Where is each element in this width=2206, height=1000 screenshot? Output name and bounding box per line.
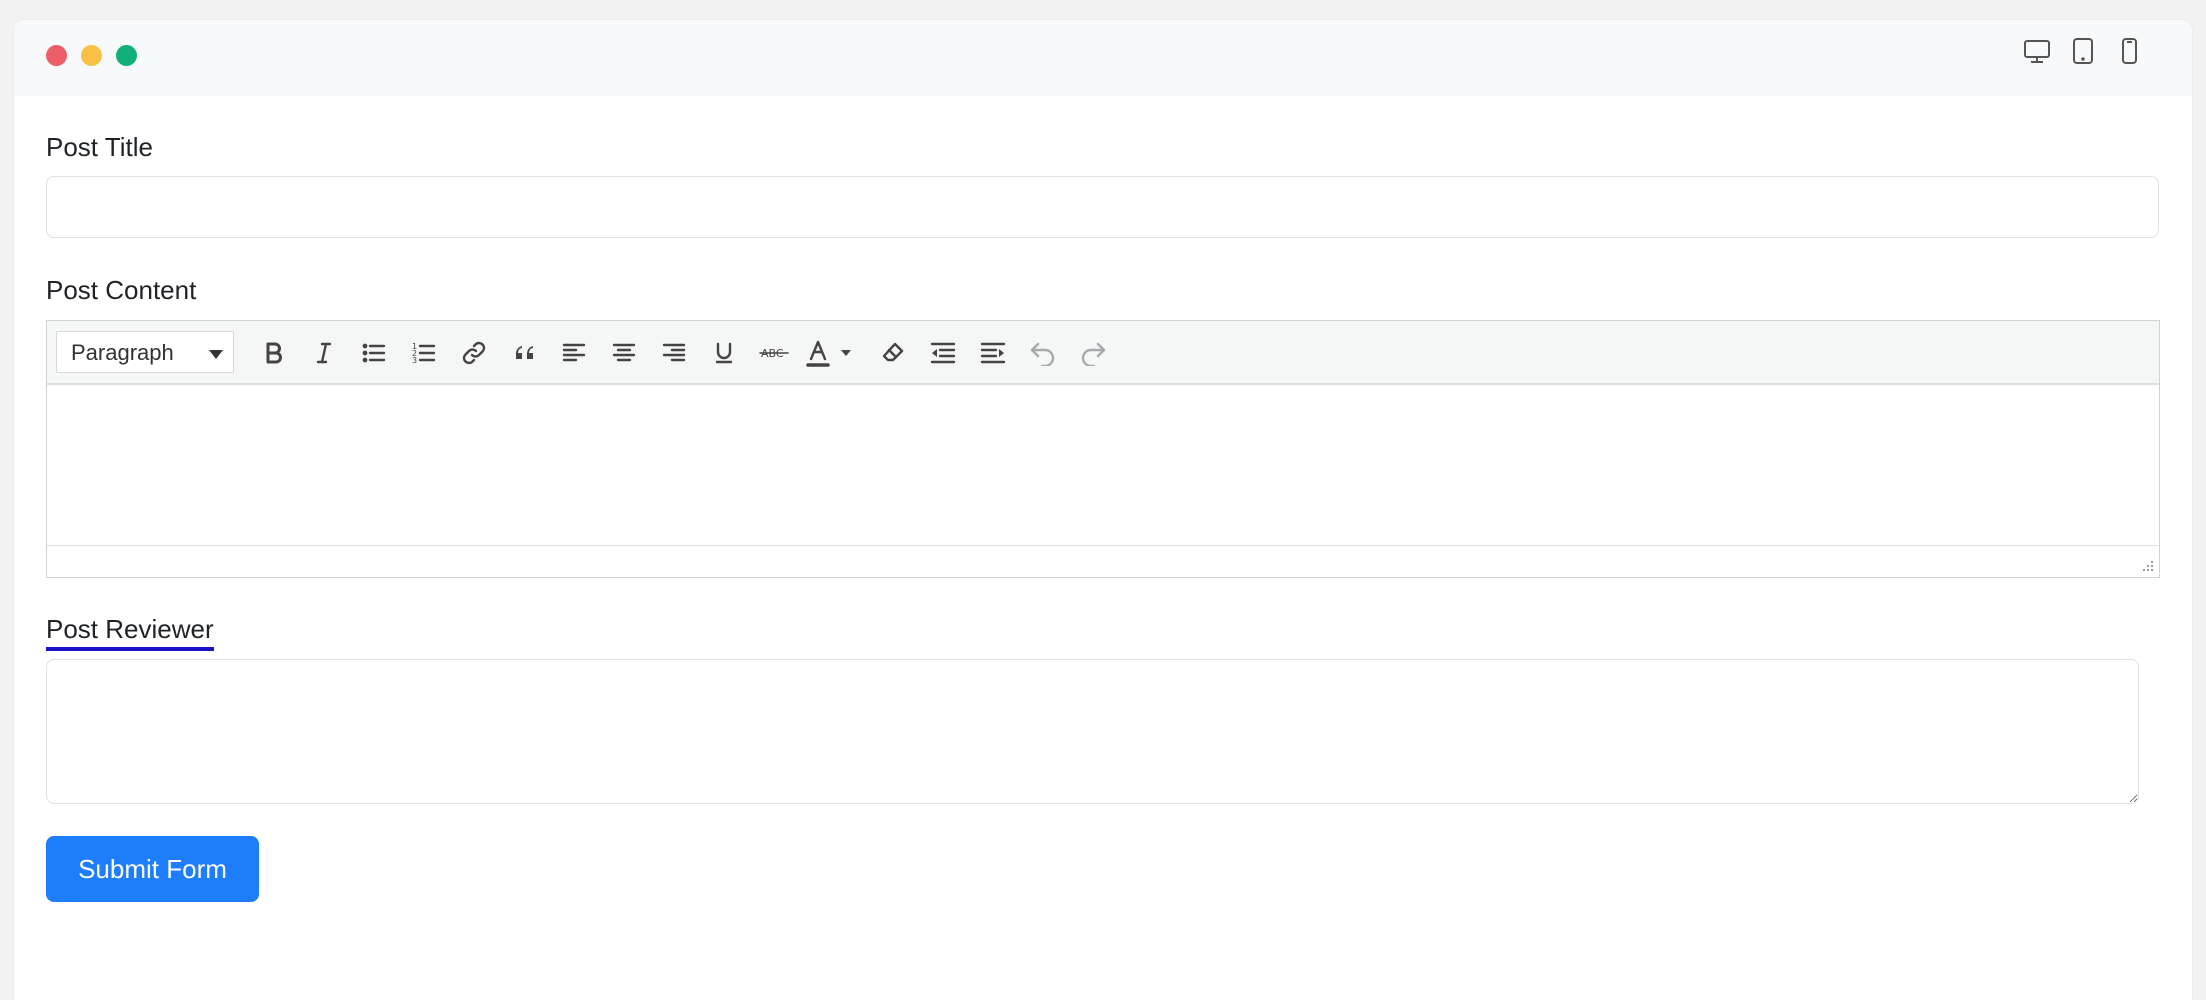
clear-formatting-icon <box>882 342 904 362</box>
align-center-icon <box>612 343 636 362</box>
editor-content-area[interactable] <box>47 385 2159 546</box>
text-color-icon <box>806 340 851 367</box>
chevron-down-icon <box>209 350 223 359</box>
redo-icon <box>1081 342 1106 366</box>
post-title-input[interactable] <box>46 176 2159 238</box>
post-content-label: Post Content <box>46 275 197 305</box>
svg-text:3: 3 <box>412 356 417 365</box>
underline-icon <box>715 342 733 364</box>
format-select[interactable]: Paragraph <box>56 331 234 373</box>
align-left-icon <box>562 343 586 362</box>
numbered-list-button[interactable]: 123 <box>404 333 444 373</box>
mobile-icon[interactable] <box>2112 34 2146 68</box>
outdent-icon <box>930 342 956 364</box>
blockquote-icon <box>516 346 533 359</box>
indent-button[interactable] <box>973 333 1013 373</box>
text-color-button[interactable] <box>798 333 860 373</box>
post-reviewer-label: Post Reviewer <box>46 614 214 651</box>
outdent-button[interactable] <box>923 333 963 373</box>
close-window-dot[interactable] <box>46 45 67 66</box>
strikethrough-icon: ABC <box>759 347 789 360</box>
format-select-value: Paragraph <box>71 340 174 365</box>
device-view-switcher <box>2020 34 2146 68</box>
align-right-icon <box>662 343 686 362</box>
bold-icon <box>266 342 282 364</box>
link-icon <box>462 341 486 365</box>
post-reviewer-textarea[interactable] <box>46 659 2139 804</box>
post-title-label: Post Title <box>46 132 153 162</box>
undo-icon <box>1030 342 1055 366</box>
resize-grip-icon[interactable] <box>2139 557 2155 573</box>
redo-button[interactable] <box>1073 333 1113 373</box>
italic-icon <box>316 342 332 364</box>
submit-form-button[interactable]: Submit Form <box>46 836 259 902</box>
window-titlebar <box>14 20 2192 96</box>
bold-button[interactable] <box>254 333 294 373</box>
editor-statusbar <box>47 545 2159 577</box>
minimize-window-dot[interactable] <box>81 45 102 66</box>
clear-formatting-button[interactable] <box>873 333 913 373</box>
maximize-window-dot[interactable] <box>116 45 137 66</box>
blockquote-button[interactable] <box>504 333 544 373</box>
align-center-button[interactable] <box>604 333 644 373</box>
align-left-button[interactable] <box>554 333 594 373</box>
indent-icon <box>980 342 1006 364</box>
bullet-list-button[interactable] <box>354 333 394 373</box>
link-button[interactable] <box>454 333 494 373</box>
rich-text-editor: Paragraph 123 ABC <box>46 320 2160 578</box>
align-right-button[interactable] <box>654 333 694 373</box>
desktop-icon[interactable] <box>2020 34 2054 68</box>
underline-button[interactable] <box>704 333 744 373</box>
bullet-list-icon <box>362 343 386 363</box>
numbered-list-icon: 123 <box>412 342 436 365</box>
browser-window: Post Title Post Content Paragraph 123 AB… <box>14 20 2192 1000</box>
undo-button[interactable] <box>1023 333 1063 373</box>
strikethrough-button[interactable]: ABC <box>754 333 794 373</box>
tablet-icon[interactable] <box>2066 34 2100 68</box>
italic-button[interactable] <box>304 333 344 373</box>
editor-toolbar: Paragraph 123 ABC <box>47 321 2159 385</box>
